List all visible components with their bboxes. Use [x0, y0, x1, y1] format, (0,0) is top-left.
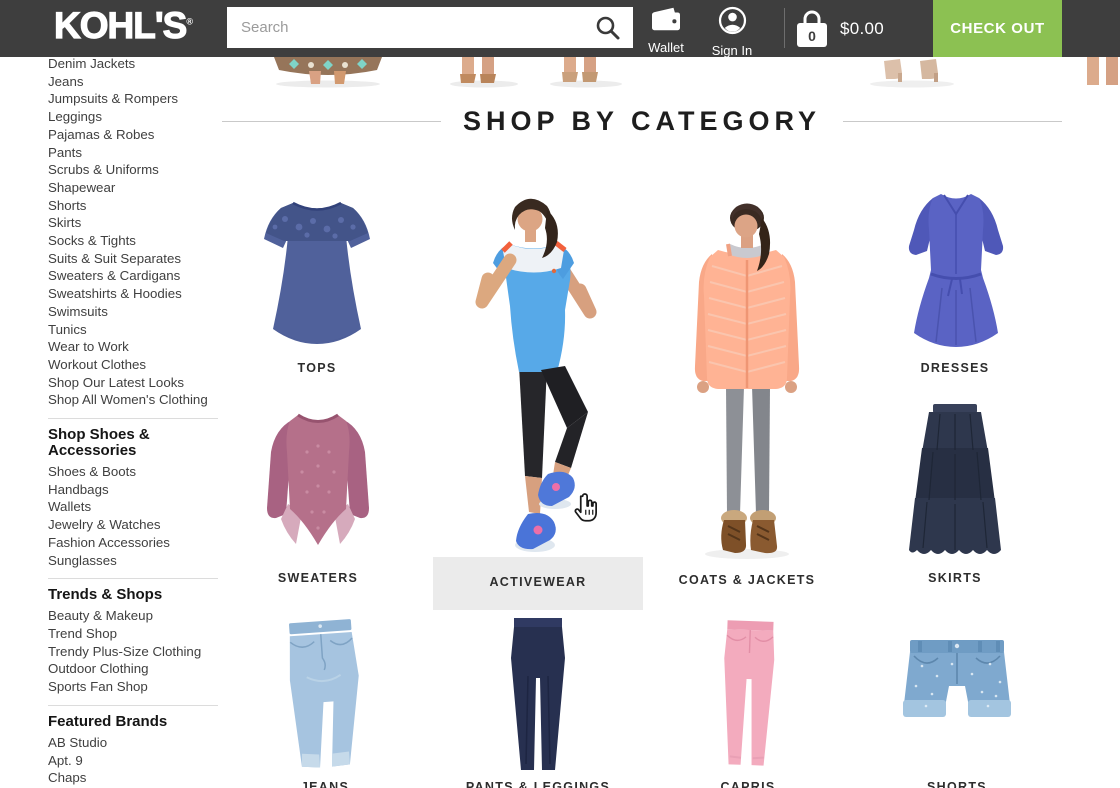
category-tile-activewear-hover[interactable]: ACTIVEWEAR: [433, 557, 643, 610]
sidebar-divider: [48, 578, 218, 579]
cropped-product-image-skirt[interactable]: [266, 57, 390, 93]
sign-in-label: Sign In: [712, 43, 752, 58]
category-image-skirts[interactable]: [895, 402, 1015, 560]
sidebar-item-suits[interactable]: Suits & Suit Separates: [48, 250, 218, 268]
category-image-activewear[interactable]: [455, 178, 621, 556]
sidebar-divider: [48, 705, 218, 706]
sidebar-item-wear-to-work[interactable]: Wear to Work: [48, 338, 218, 356]
search-input[interactable]: [227, 19, 595, 36]
sidebar-item-sweatshirts-hoodies[interactable]: Sweatshirts & Hoodies: [48, 285, 218, 303]
sidebar-item-shoes-boots[interactable]: Shoes & Boots: [48, 463, 218, 481]
sidebar-item-shapewear[interactable]: Shapewear: [48, 179, 218, 197]
checkout-button[interactable]: CHECK OUT: [933, 0, 1062, 57]
category-label-capris[interactable]: CAPRIS: [698, 780, 798, 788]
category-label-dresses[interactable]: DRESSES: [880, 361, 1030, 375]
cropped-product-image-legs[interactable]: [448, 57, 622, 93]
search-icon[interactable]: [595, 15, 621, 41]
sidebar-item-workout-clothes[interactable]: Workout Clothes: [48, 356, 218, 374]
sidebar-heading-featured-brands: Featured Brands: [48, 714, 218, 730]
shoes-accessories-links: Shoes & Boots Handbags Wallets Jewelry &…: [48, 463, 218, 569]
sidebar-item-tunics[interactable]: Tunics: [48, 321, 218, 339]
category-image-tops[interactable]: [247, 183, 387, 357]
sidebar-item-chaps[interactable]: Chaps: [48, 769, 218, 787]
shop-by-category-header: SHOP BY CATEGORY: [222, 106, 1062, 137]
sidebar-item-apt-9[interactable]: Apt. 9: [48, 752, 218, 770]
clothing-links: Denim Jackets Jeans Jumpsuits & Rompers …: [48, 55, 218, 409]
sidebar-item-fashion-accessories[interactable]: Fashion Accessories: [48, 534, 218, 552]
category-label-jeans[interactable]: JEANS: [270, 780, 380, 788]
sidebar-item-pants[interactable]: Pants: [48, 144, 218, 162]
sidebar-item-denim-jackets[interactable]: Denim Jackets: [48, 55, 218, 73]
cart-button[interactable]: 0 $0.00: [794, 0, 884, 57]
header: KOHL'S® Wallet Sign In: [0, 0, 1120, 57]
category-image-jeans[interactable]: [278, 616, 372, 774]
registered-mark: ®: [186, 17, 193, 27]
category-label-coats-jackets[interactable]: COATS & JACKETS: [672, 573, 822, 587]
sidebar-heading-shoes-accessories: Shop Shoes & Accessories: [48, 427, 218, 459]
sidebar-item-skirts[interactable]: Skirts: [48, 214, 218, 232]
sidebar-item-sweaters-cardigans[interactable]: Sweaters & Cardigans: [48, 267, 218, 285]
sidebar-item-scrubs-uniforms[interactable]: Scrubs & Uniforms: [48, 161, 218, 179]
featured-brands-links: AB Studio Apt. 9 Chaps: [48, 734, 218, 787]
category-image-shorts[interactable]: [892, 636, 1022, 744]
sidebar-item-pajamas-robes[interactable]: Pajamas & Robes: [48, 126, 218, 144]
sidebar-item-all-womens-clothing[interactable]: Shop All Women's Clothing: [48, 391, 218, 409]
header-divider: [784, 8, 785, 48]
cart-total: $0.00: [840, 19, 884, 39]
sidebar-item-leggings[interactable]: Leggings: [48, 108, 218, 126]
title-rule-right: [843, 121, 1062, 122]
category-label-pants-leggings[interactable]: PANTS & LEGGINGS: [463, 780, 613, 788]
category-label-tops[interactable]: TOPS: [247, 361, 387, 375]
sidebar-item-sports-fan-shop[interactable]: Sports Fan Shop: [48, 678, 218, 696]
category-label-shorts[interactable]: SHORTS: [902, 780, 1012, 788]
sign-in-button[interactable]: Sign In: [702, 5, 762, 58]
category-label-skirts[interactable]: SKIRTS: [880, 571, 1030, 585]
cropped-product-image-heels[interactable]: [862, 57, 966, 93]
category-image-dresses[interactable]: [897, 184, 1015, 356]
sidebar: Denim Jackets Jeans Jumpsuits & Rompers …: [48, 55, 218, 787]
sidebar-item-jumpsuits-rompers[interactable]: Jumpsuits & Rompers: [48, 90, 218, 108]
sidebar-item-ab-studio[interactable]: AB Studio: [48, 734, 218, 752]
category-label-activewear[interactable]: ACTIVEWEAR: [433, 575, 643, 589]
category-label-sweaters[interactable]: SWEATERS: [252, 571, 384, 585]
category-image-capris[interactable]: [710, 617, 786, 773]
wallet-icon: [649, 5, 683, 38]
sidebar-item-swimsuits[interactable]: Swimsuits: [48, 303, 218, 321]
sidebar-item-trendy-plus-size[interactable]: Trendy Plus-Size Clothing: [48, 643, 218, 661]
category-image-sweaters[interactable]: [252, 402, 384, 557]
kohls-logo[interactable]: KOHL'S®: [54, 5, 193, 47]
wallet-button[interactable]: Wallet: [636, 5, 696, 55]
sidebar-item-jeans[interactable]: Jeans: [48, 73, 218, 91]
shopping-bag-icon: 0: [794, 9, 830, 49]
page-title: SHOP BY CATEGORY: [463, 106, 821, 137]
sidebar-item-jewelry-watches[interactable]: Jewelry & Watches: [48, 516, 218, 534]
sidebar-item-beauty-makeup[interactable]: Beauty & Makeup: [48, 607, 218, 625]
sidebar-item-trend-shop[interactable]: Trend Shop: [48, 625, 218, 643]
cropped-product-image-legs-right[interactable]: [1083, 57, 1120, 93]
sidebar-item-wallets[interactable]: Wallets: [48, 498, 218, 516]
sidebar-heading-trends-shops: Trends & Shops: [48, 587, 218, 603]
trends-shops-links: Beauty & Makeup Trend Shop Trendy Plus-S…: [48, 607, 218, 696]
sign-in-icon: [717, 5, 748, 41]
wallet-label: Wallet: [648, 40, 684, 55]
category-image-pants-leggings[interactable]: [498, 614, 578, 776]
sidebar-item-shorts[interactable]: Shorts: [48, 197, 218, 215]
sidebar-divider: [48, 418, 218, 419]
sidebar-item-handbags[interactable]: Handbags: [48, 481, 218, 499]
sidebar-item-sunglasses[interactable]: Sunglasses: [48, 552, 218, 570]
category-image-coats-jackets[interactable]: [672, 190, 822, 562]
cart-count: 0: [794, 26, 830, 46]
title-rule-left: [222, 121, 441, 122]
search-box: [227, 7, 633, 48]
sidebar-item-latest-looks[interactable]: Shop Our Latest Looks: [48, 374, 218, 392]
sidebar-item-socks-tights[interactable]: Socks & Tights: [48, 232, 218, 250]
sidebar-item-outdoor-clothing[interactable]: Outdoor Clothing: [48, 660, 218, 678]
